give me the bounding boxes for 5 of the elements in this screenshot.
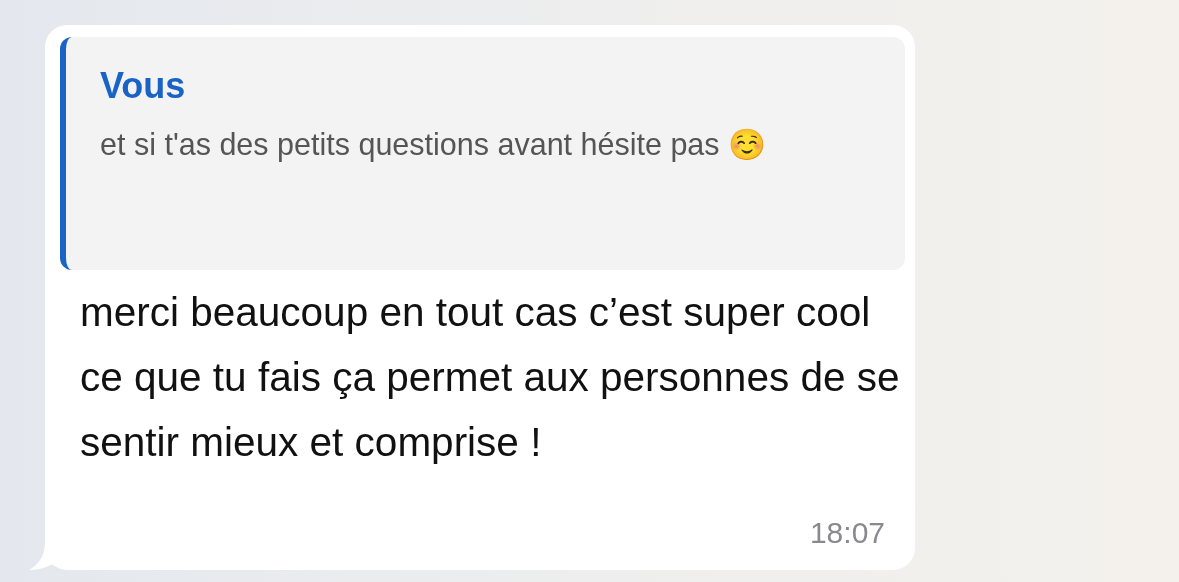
quote-author: Vous [100,65,187,107]
message-time: 18:07 [809,516,885,550]
quote-text: et si t'as des petits questions avant hésite pas ☺ [100,126,768,164]
message-text: merci beaucoup en tout cas c’est super cool ce que tu fais ça permet aux personnes de se sentir mieux et comprise ! [79,288,900,467]
reply-quote[interactable]: Vous et si t'as des petits questions avant hésite pas ☺ [60,37,905,270]
